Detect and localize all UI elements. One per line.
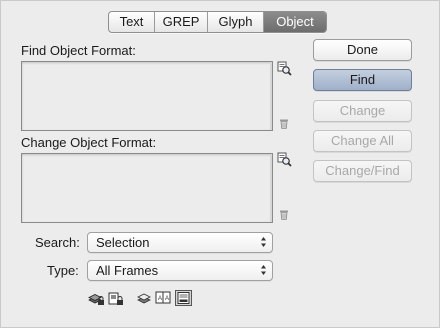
search-select[interactable]: Selection [87, 232, 273, 253]
change-format-scroll [270, 154, 272, 222]
change-format-icon[interactable] [277, 152, 292, 167]
include-hidden-layers-icon[interactable] [137, 292, 152, 305]
type-select[interactable]: All Frames [87, 260, 273, 281]
find-format-icon[interactable] [277, 61, 292, 76]
find-format-field[interactable] [21, 61, 273, 131]
change-format-label: Change Object Format: [21, 135, 157, 150]
include-locked-items-icon[interactable] [108, 292, 124, 306]
tab-glyph[interactable]: Glyph [208, 12, 264, 32]
svg-text:A: A [158, 296, 162, 302]
svg-text:A: A [165, 296, 169, 302]
change-find-button[interactable]: Change/Find [313, 160, 412, 182]
type-select-value: All Frames [96, 263, 159, 278]
include-locked-layers-icon[interactable] [88, 292, 105, 306]
find-format-label: Find Object Format: [21, 43, 136, 58]
tab-bar: Text GREP Glyph Object [108, 11, 327, 33]
include-footnotes-icon[interactable] [175, 290, 192, 306]
change-format-field[interactable] [21, 153, 273, 223]
search-select-value: Selection [96, 235, 150, 250]
change-button[interactable]: Change [313, 100, 412, 122]
done-button[interactable]: Done [313, 39, 412, 61]
find-format-scroll [270, 62, 272, 130]
select-arrows-icon [261, 265, 266, 275]
select-arrows-icon [261, 237, 266, 247]
change-all-button[interactable]: Change All [313, 130, 412, 152]
tab-grep[interactable]: GREP [155, 12, 208, 32]
tab-text[interactable]: Text [109, 12, 155, 32]
type-label: Type: [47, 263, 79, 278]
tab-object[interactable]: Object [264, 12, 326, 32]
change-format-trash-icon[interactable] [279, 209, 289, 220]
find-format-trash-icon[interactable] [279, 118, 289, 129]
search-label: Search: [35, 235, 80, 250]
include-master-pages-icon[interactable]: A A [155, 291, 171, 305]
find-button[interactable]: Find [313, 69, 412, 91]
